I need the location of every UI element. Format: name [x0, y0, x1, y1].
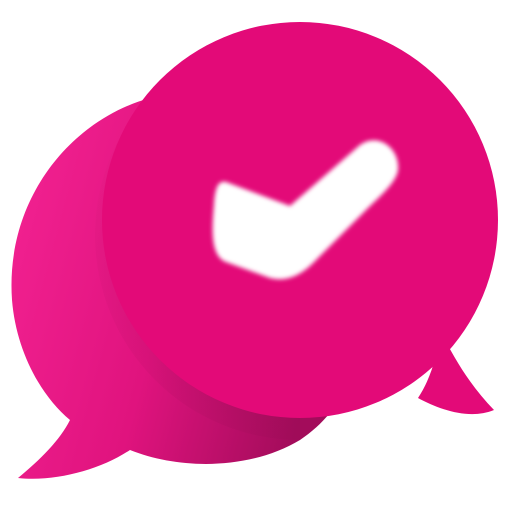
chat-check-icon — [11, 22, 498, 479]
app-icon — [0, 0, 512, 512]
